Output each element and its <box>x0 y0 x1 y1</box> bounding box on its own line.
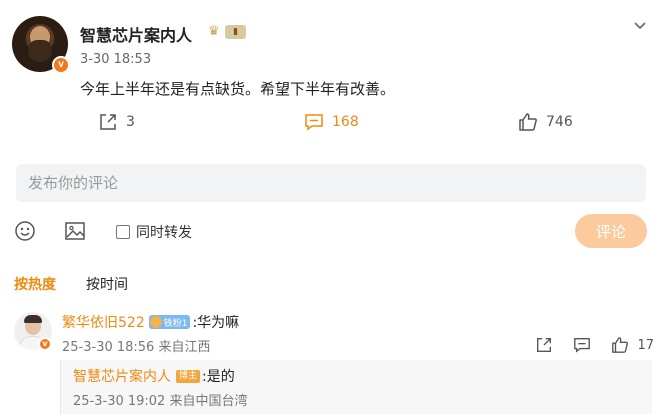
comment-input-container <box>16 164 646 202</box>
author-name[interactable]: 智慧芯片案内人 <box>80 22 192 46</box>
verified-badge-icon: v <box>38 337 52 351</box>
verified-badge-icon: v <box>52 56 70 74</box>
member-level-icon: ▮ <box>225 25 246 39</box>
share-icon[interactable] <box>535 336 553 354</box>
commenter-name[interactable]: 繁华依旧522 <box>62 312 145 332</box>
fan-medal-icon <box>149 316 162 328</box>
avatar-hair <box>24 315 42 323</box>
sort-tabs: 按热度 按时间 <box>14 274 158 294</box>
fan-badge-label: 铁粉1 <box>163 318 188 329</box>
share-icon <box>100 114 116 130</box>
comment-icon <box>305 114 323 131</box>
checkbox-box[interactable] <box>116 225 130 239</box>
reply-text: :是的 <box>202 369 235 385</box>
reply-item: 智慧芯片案内人 博主 :是的 25-3-30 19:02 来自中国台湾 <box>60 360 652 414</box>
comment-count: 168 <box>332 114 359 130</box>
like-count: 746 <box>546 114 573 130</box>
comment-text: :华为嘛 <box>192 315 240 331</box>
post-actions: 3 168 746 <box>0 108 660 136</box>
repost-label: 同时转发 <box>136 225 192 241</box>
comment-line: 繁华依旧522 铁粉1 :华为嘛 <box>62 312 239 332</box>
reply-line: 智慧芯片案内人 博主 :是的 <box>73 366 235 386</box>
reply-meta: 25-3-30 19:02 来自中国台湾 <box>73 394 248 409</box>
reply-author-name[interactable]: 智慧芯片案内人 <box>73 366 171 386</box>
avatar-beard <box>28 40 52 62</box>
reply-icon[interactable] <box>573 336 591 354</box>
comment-actions: 17 <box>515 336 654 354</box>
image-icon[interactable] <box>64 220 86 242</box>
like-button[interactable]: 746 <box>518 112 573 132</box>
chevron-down-icon[interactable] <box>632 18 648 34</box>
share-button[interactable]: 3 <box>98 112 135 132</box>
post-time[interactable]: 3-30 18:53 <box>80 52 151 67</box>
share-count: 3 <box>126 114 135 130</box>
comment-button[interactable]: 168 <box>304 112 359 132</box>
composer-tools: 同时转发 评论 <box>0 212 660 250</box>
comment-like-count: 17 <box>637 337 654 353</box>
post-text: 今年上半年还是有点缺货。希望下半年有改善。 <box>80 80 396 98</box>
op-badge: 博主 <box>176 369 201 383</box>
post-header: v 智慧芯片案内人 ♛ ▮ 3-30 18:53 <box>12 14 652 84</box>
emoji-icon[interactable] <box>14 220 36 242</box>
tab-sort-hot[interactable]: 按热度 <box>14 274 56 294</box>
comment-input[interactable] <box>16 164 646 202</box>
thumbs-up-icon[interactable] <box>611 336 629 354</box>
submit-comment-button[interactable]: 评论 <box>575 214 647 248</box>
repost-checkbox[interactable]: 同时转发 <box>116 222 192 242</box>
comment-meta: 25-3-30 18:56 来自江西 <box>62 340 211 355</box>
tab-sort-time[interactable]: 按时间 <box>86 274 128 294</box>
thumbs-up-icon <box>519 113 537 131</box>
comment-item: v 繁华依旧522 铁粉1 :华为嘛 25-3-30 18:56 来自江西 17 <box>14 312 654 356</box>
member-crown-badge[interactable]: ♛ ▮ <box>208 24 246 40</box>
fan-badge[interactable]: 铁粉1 <box>148 315 191 329</box>
crown-icon: ♛ <box>208 24 220 39</box>
